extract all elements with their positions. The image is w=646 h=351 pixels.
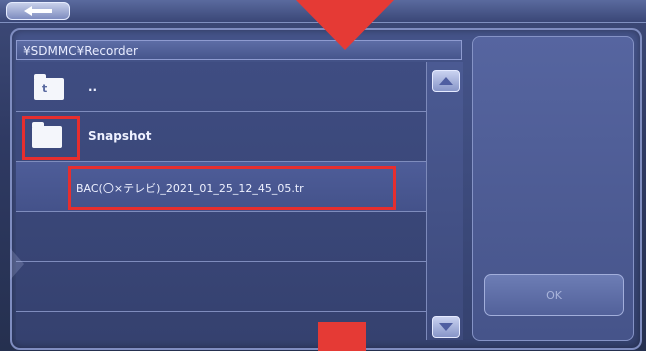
path-bar: ¥SDMMC¥Recorder <box>16 40 462 60</box>
scroll-down-button[interactable] <box>432 316 460 338</box>
file-highlight-box <box>68 166 396 210</box>
red-block-marker <box>318 322 366 351</box>
list-item-label: .. <box>88 80 98 94</box>
screen: OK ¥SDMMC¥Recorder t .. Snapshot BAC(〇×テ… <box>0 0 646 351</box>
down-arrow-marker <box>296 0 394 50</box>
list-item-label: Snapshot <box>88 129 152 143</box>
scroll-down-icon <box>439 323 453 331</box>
scrollbar-track[interactable] <box>426 62 463 340</box>
left-arrow-icon <box>24 6 52 16</box>
list-item-parent[interactable]: t .. <box>16 62 426 112</box>
scroll-up-icon <box>439 77 453 85</box>
left-chevron-icon <box>10 248 24 280</box>
back-button[interactable] <box>6 2 70 20</box>
scroll-up-button[interactable] <box>432 70 460 92</box>
list-item-empty[interactable] <box>16 212 426 262</box>
folder-up-icon: t <box>34 74 64 100</box>
folder-highlight-box <box>22 116 80 160</box>
list-item-empty[interactable] <box>16 262 426 312</box>
ok-button[interactable]: OK <box>484 274 624 316</box>
